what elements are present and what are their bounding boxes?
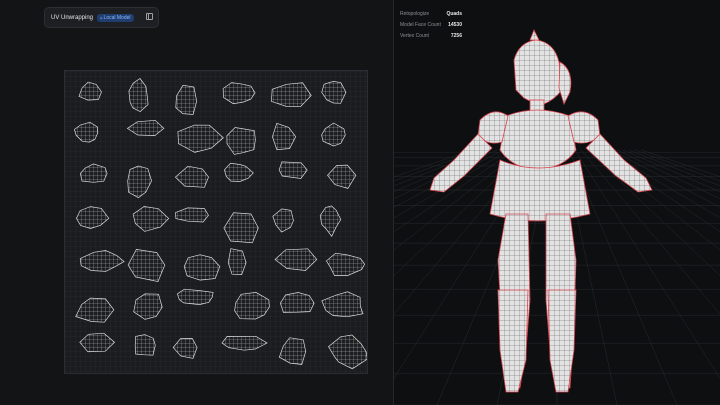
local-model-badge[interactable]: ▵ Local Model — [97, 13, 134, 22]
cube-icon: ▵ — [100, 14, 103, 21]
mesh-stats-panel: Retopologize Quads Model Face Count 1453… — [400, 8, 462, 41]
uv-islands-svg — [65, 71, 368, 373]
stat-row-face-count: Model Face Count 14530 — [400, 19, 462, 30]
floor-grid-line — [394, 149, 510, 219]
stat-row-retopologize: Retopologize Quads — [400, 8, 462, 19]
uv-island — [280, 292, 315, 313]
sidebar-toggle-icon[interactable] — [146, 13, 153, 20]
uv-island — [176, 288, 214, 305]
stat-label: Model Face Count — [400, 21, 441, 28]
uv-editor-panel: UV Unwrapping ▵ Local Model — [0, 0, 393, 405]
badge-label: Local Model — [103, 14, 131, 21]
uv-toolbar: UV Unwrapping ▵ Local Model — [44, 7, 159, 28]
stat-value: Quads — [446, 10, 462, 17]
floor-grid-line — [604, 149, 720, 219]
floor-grid-line — [640, 149, 720, 177]
stat-value: 14530 — [448, 21, 462, 28]
floor-grid-line — [586, 149, 720, 276]
stat-label: Vertex Count — [400, 32, 429, 39]
uv-island — [226, 127, 256, 155]
stat-row-vertex-count: Vertex Count 7256 — [400, 30, 462, 41]
character-model — [429, 29, 653, 393]
viewport-scene — [394, 29, 720, 405]
floor-grid-line — [592, 149, 720, 251]
uv-editor-title: UV Unwrapping — [51, 14, 94, 21]
floor-grid-line — [598, 149, 720, 232]
3d-viewport[interactable] — [394, 0, 720, 405]
stat-label: Retopologize — [400, 10, 430, 17]
uv-layout-canvas[interactable] — [64, 70, 368, 374]
uv-island — [134, 334, 156, 356]
stat-value: 7256 — [450, 32, 462, 39]
